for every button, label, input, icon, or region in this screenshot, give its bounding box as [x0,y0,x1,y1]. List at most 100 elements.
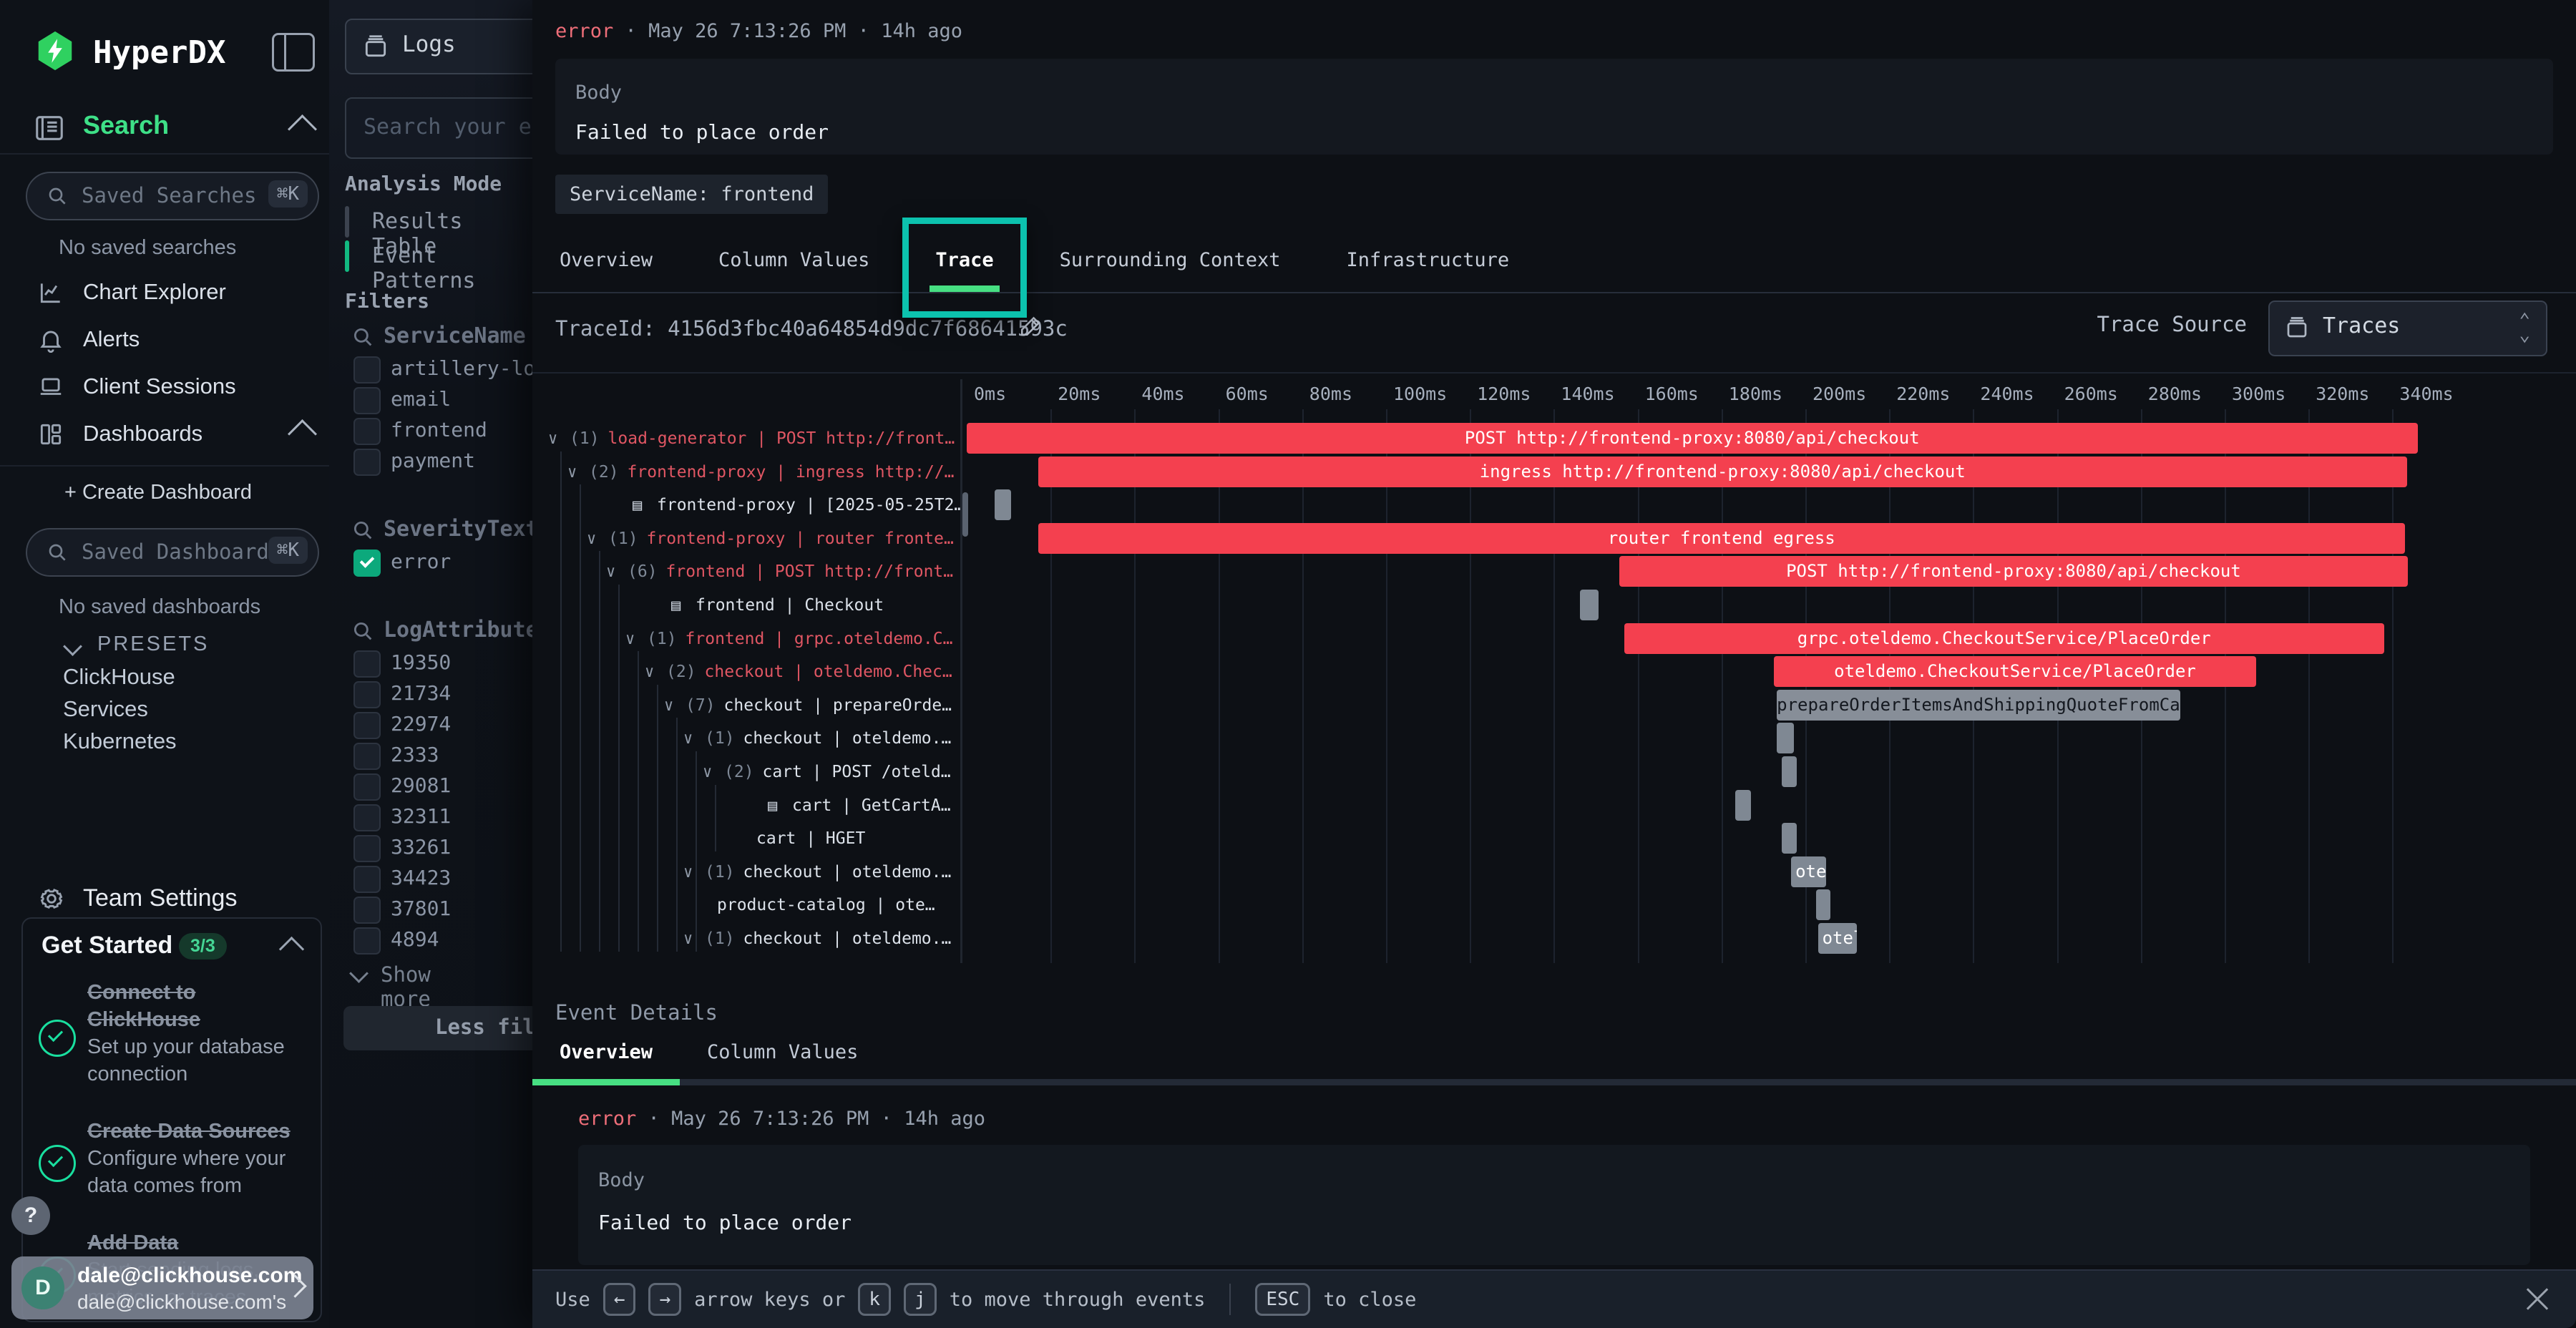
sidebar-collapse-icon[interactable] [272,33,315,72]
tab-column-values[interactable]: Column Values [713,240,875,290]
sidebar-item-client-sessions[interactable]: Client Sessions [0,365,329,411]
preset-item-kubernetes[interactable]: Kubernetes [63,728,177,754]
saved-searches-input[interactable]: Saved Searches ⌘K [26,172,319,220]
trace-tree-row[interactable]: ∨(6)frontend | POST http://front… [532,555,960,588]
checkbox-icon[interactable] [353,866,381,893]
saved-dashboards-placeholder: Saved Dashboards [82,540,281,564]
chevron-down-icon[interactable]: ∨ [683,723,705,755]
trace-span-bar[interactable]: oteldemo.… [1818,923,1857,954]
saved-dashboards-input[interactable]: Saved Dashboards ⌘K [26,528,319,577]
chevron-up-icon [288,419,317,449]
chevron-down-icon[interactable]: ∨ [606,556,628,588]
user-menu[interactable]: D dale@clickhouse.com dale@clickhouse.co… [11,1256,313,1319]
laptop-icon [37,374,64,401]
trace-tree-row[interactable]: ∨(2)cart | POST /oteld… [532,756,960,788]
close-icon[interactable] [2524,1286,2550,1312]
trace-span-bar[interactable] [1782,823,1797,854]
sidebar-item-alerts[interactable]: Alerts [0,318,329,363]
chevron-down-icon[interactable]: ∨ [567,456,589,489]
divider [532,372,2576,374]
checkbox-icon[interactable] [353,804,381,831]
sidebar-item-chart-explorer[interactable]: Chart Explorer [0,270,329,316]
trace-tree-row[interactable]: ∨(1)load-generator | POST http://front… [532,422,960,455]
chevron-down-icon[interactable]: ∨ [683,856,705,889]
chevron-down-icon[interactable]: ∨ [548,423,570,455]
checkbox-icon[interactable] [353,927,381,954]
trace-span-bar[interactable] [1777,723,1793,753]
chevron-down-icon[interactable]: ∨ [587,523,608,555]
create-dashboard-button[interactable]: + Create Dashboard [64,481,252,504]
trace-span-bar[interactable]: router frontend egress [1038,523,2405,554]
trace-tree-row[interactable]: ∨(1)frontend | grpc.oteldemo.C… [532,622,960,655]
trace-span-bar[interactable]: ingress http://frontend-proxy:8080/api/c… [1038,456,2407,487]
chevron-down-icon[interactable]: ∨ [703,756,724,788]
scrollbar-thumb[interactable] [962,492,968,537]
checkbox-icon[interactable] [353,743,381,770]
get-started-item[interactable]: Create Data SourcesConfigure where yourd… [23,1118,321,1212]
trace-tree-row[interactable]: ∨(2)checkout | oteldemo.Chec… [532,655,960,688]
trace-tree-row[interactable]: ∨(1)checkout | oteldemo.… [532,722,960,755]
trace-tree-row[interactable]: ▤frontend-proxy | [2025-05-25T2… [532,489,960,522]
trace-timeline: 0ms20ms40ms60ms80ms100ms120ms140ms160ms1… [960,379,2576,963]
tab-surrounding-context[interactable]: Surrounding Context [1054,240,1287,290]
checkbox-icon[interactable] [353,550,381,577]
trace-tree-row[interactable]: ▤cart | GetCartA… [532,789,960,822]
get-started-item[interactable]: Connect toClickHouseSet up your database… [23,979,321,1100]
trace-tree-row[interactable]: ∨(1)checkout | oteldemo.… [532,856,960,889]
chevron-down-icon[interactable]: ∨ [645,656,666,688]
trace-span-bar[interactable]: oteldemo.CheckoutService/PlaceOrder [1774,656,2256,687]
checkbox-icon[interactable] [353,650,381,678]
checkbox-icon[interactable] [353,712,381,739]
trace-span-bar[interactable] [1782,756,1797,787]
checkbox-icon[interactable] [353,773,381,801]
trace-span-bar[interactable]: prepareOrderItemsAndShippingQuoteFromCar… [1777,690,2180,721]
axis-tick: 60ms [1226,384,1269,404]
trace-tree-row[interactable]: cart | HGET [532,822,960,855]
chevron-up-icon[interactable] [279,937,304,962]
sidebar-item-dashboards[interactable]: Dashboards [0,412,329,458]
analysis-mode-results-table[interactable]: Results Table [345,206,531,238]
trace-tree-row[interactable]: ∨(7)checkout | prepareOrde… [532,689,960,722]
preset-item-clickhouse[interactable]: ClickHouse [63,664,175,690]
trace-source-select[interactable]: Traces ⌃⌄ [2268,301,2547,356]
chevron-down-icon[interactable]: ∨ [625,623,647,655]
less-filters-button[interactable]: Less filters [343,1006,532,1050]
checkbox-icon[interactable] [353,387,381,414]
analysis-mode-event-patterns[interactable]: Event Patterns [345,240,531,272]
trace-span-bar[interactable] [995,489,1011,520]
trace-span-bar[interactable] [1735,790,1751,821]
checkbox-icon[interactable] [353,449,381,476]
chevron-down-icon[interactable]: ∨ [683,923,705,955]
checkbox-icon[interactable] [353,418,381,445]
trace-tree-row[interactable]: ∨(1)checkout | oteldemo.… [532,922,960,955]
trace-span-bar[interactable]: grpc.oteldemo.CheckoutService/PlaceOrder [1624,623,2384,654]
trace-span-bar[interactable]: oteldemo.… [1791,856,1826,887]
get-started-item-desc: Configure where yourdata comes from [87,1145,286,1199]
ed-tab-overview[interactable]: Overview [555,1035,657,1079]
sidebar-item-team-settings[interactable]: Team Settings [0,876,329,922]
trace-span-bar[interactable]: POST http://frontend-proxy:8080/api/chec… [1619,556,2408,587]
search-icon [351,619,375,643]
service-name-chip[interactable]: ServiceName: frontend [555,175,828,214]
checkbox-icon[interactable] [353,681,381,708]
trace-span-bar[interactable] [1580,590,1599,620]
chevron-down-icon[interactable]: ∨ [664,690,686,722]
preset-item-services[interactable]: Services [63,696,148,722]
checkbox-icon[interactable] [353,897,381,924]
sidebar-section-search[interactable]: Search [0,107,329,149]
trace-tree-row[interactable]: product-catalog | ote… [532,889,960,922]
checkbox-icon[interactable] [353,835,381,862]
trace-tree-row[interactable]: ∨(2)frontend-proxy | ingress http://… [532,456,960,489]
trace-tree-row[interactable]: ▤frontend | Checkout [532,589,960,622]
checkbox-icon[interactable] [353,356,381,384]
event-search-input[interactable]: Search your ev [345,97,532,159]
sidebar: HyperDX Search Saved Searches ⌘K No save… [0,0,330,1328]
source-select-button[interactable]: Logs [345,19,532,74]
trace-span-bar[interactable] [1816,889,1831,920]
help-button[interactable]: ? [11,1196,50,1235]
trace-span-bar[interactable]: POST http://frontend-proxy:8080/api/chec… [967,423,2418,454]
tab-overview[interactable]: Overview [554,240,658,290]
ed-tab-column-values[interactable]: Column Values [703,1035,862,1079]
tab-infrastructure[interactable]: Infrastructure [1341,240,1516,290]
trace-tree-row[interactable]: ∨(1)frontend-proxy | router fronte… [532,522,960,555]
